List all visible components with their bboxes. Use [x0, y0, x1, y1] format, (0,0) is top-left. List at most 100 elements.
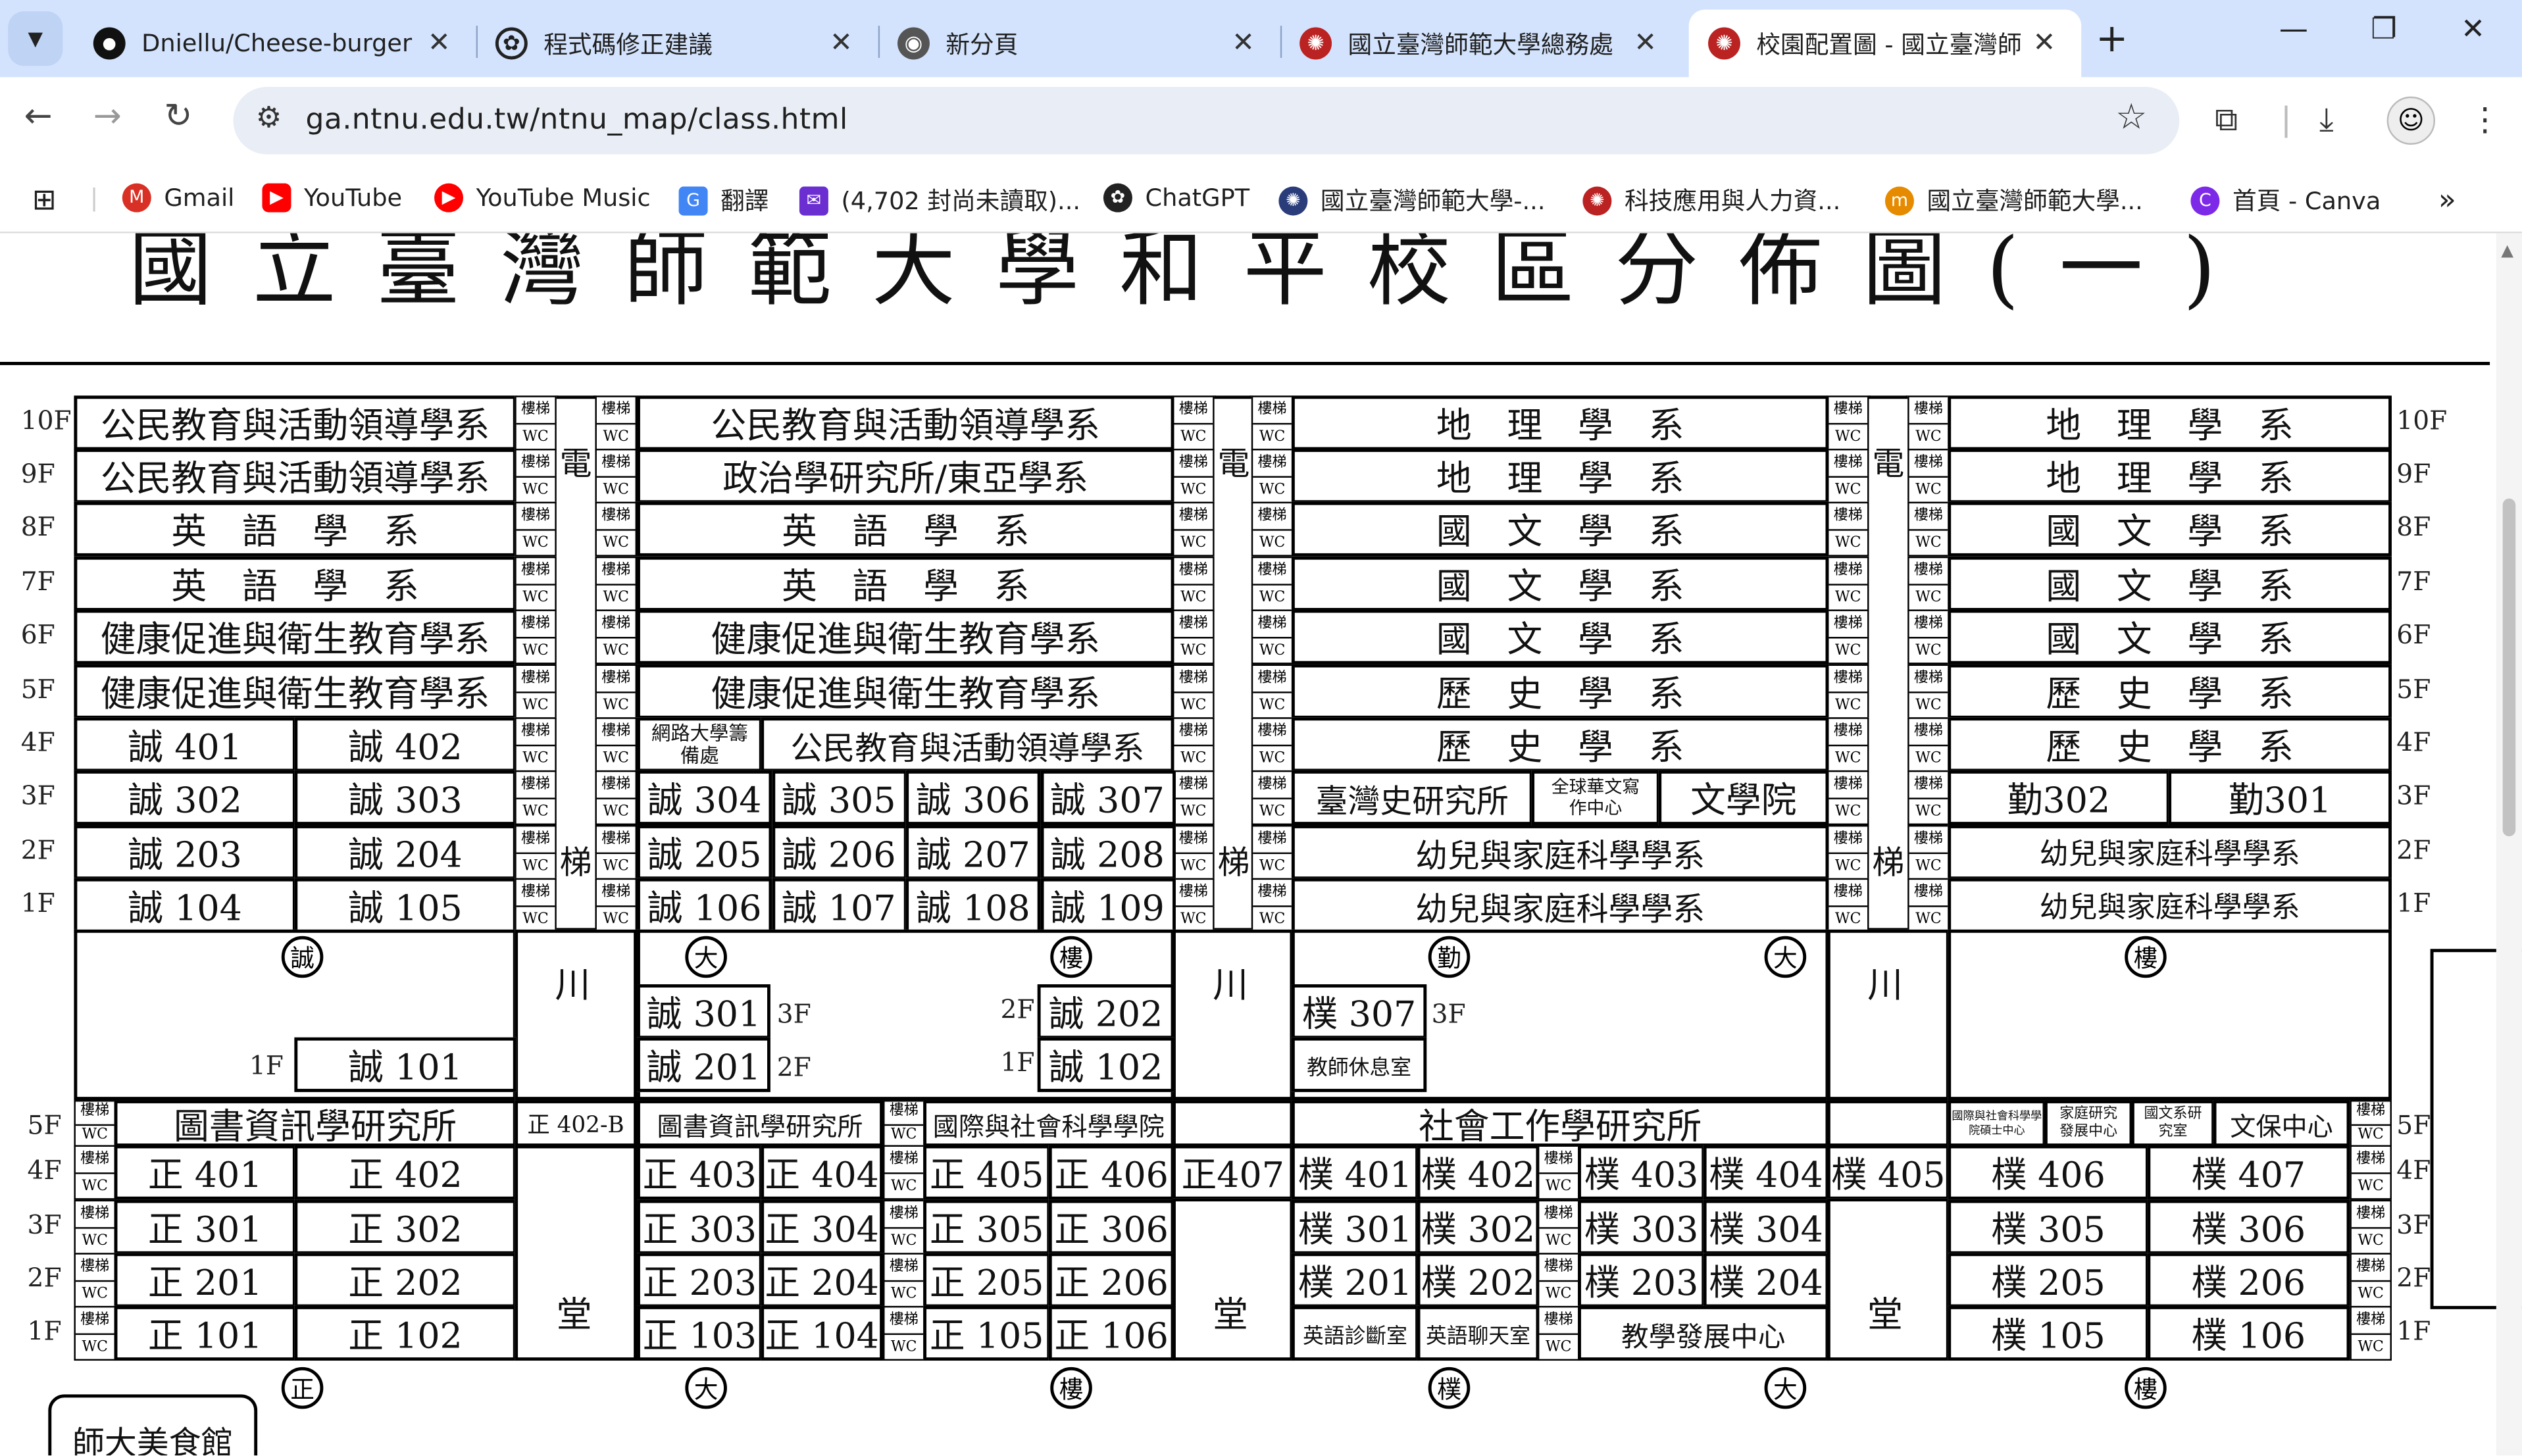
floor-label: 7F	[2396, 566, 2431, 597]
bookmarks-bar: ⊞ | M Gmail ▶ YouTube ▶ YouTube Music G 翻譯 ✉…	[0, 167, 2522, 234]
scrollbar-thumb[interactable]	[2502, 498, 2516, 837]
room-cell: 正 206	[1048, 1253, 1174, 1308]
stair-label: 樓梯	[1833, 563, 1863, 580]
stair-wc-marker: 樓梯 WC	[1827, 449, 1869, 504]
bookmark-ntnu-2[interactable]: ✺ 科技應用與人力資...	[1582, 184, 1840, 217]
youtube-music-icon: ▶	[434, 183, 464, 213]
elevator-label: 電	[1217, 443, 1250, 483]
close-tab-icon[interactable]: ✕	[2023, 28, 2065, 60]
building-mark: 大	[685, 1367, 727, 1409]
stair-label: 樓梯	[1257, 616, 1287, 632]
stair-wc-marker: 樓梯 WC	[515, 556, 557, 611]
more-menu-icon[interactable]: ⋮	[2469, 100, 2501, 139]
wc-label: WC	[516, 422, 555, 451]
tab-new-tab[interactable]: ◉ 新分頁 ✕	[878, 10, 1282, 78]
stair-label: 樓梯	[1178, 563, 1208, 580]
forward-icon[interactable]: →	[93, 97, 122, 136]
back-icon[interactable]: ←	[24, 97, 53, 136]
close-tab-icon[interactable]: ✕	[1223, 28, 1265, 60]
room-cell: 正 102	[294, 1305, 517, 1361]
room-cell: 樸 405	[1827, 1145, 1950, 1200]
wc-label: WC	[1174, 637, 1213, 665]
extensions-icon[interactable]: ⧉	[2215, 100, 2238, 139]
floor-label: 10F	[20, 405, 72, 436]
close-tab-icon[interactable]: ✕	[820, 28, 863, 60]
address-bar[interactable]: ⚙ ga.ntnu.edu.tw/ntnu_map/class.html ☆	[233, 87, 2180, 155]
elevator-label: 梯	[1217, 842, 1250, 882]
wc-label: WC	[2351, 1227, 2390, 1255]
youtube-icon: ▶	[262, 183, 291, 213]
stair-label: 樓梯	[1833, 884, 1863, 901]
floor-label: 9F	[20, 458, 55, 490]
site-info-icon[interactable]: ⚙	[256, 101, 282, 135]
stair-wc-marker: 樓梯 WC	[1907, 501, 1950, 557]
floor-label: 2F	[2396, 834, 2431, 866]
stair-wc-marker: 樓梯 WC	[883, 1100, 925, 1147]
openai-icon: ✿	[1103, 183, 1132, 213]
bookmark-mail[interactable]: ✉ (4,702 封尚未讀取)...	[799, 184, 1080, 217]
bookmark-youtube-music[interactable]: ▶ YouTube Music	[434, 183, 651, 213]
room-cell: 誠 205	[637, 825, 772, 880]
dept-cell: 圖書資訊學研究所	[114, 1100, 517, 1147]
bookmark-canva[interactable]: C 首頁 - Canva	[2190, 184, 2381, 217]
tab-github[interactable]: ● Dniellu/Cheese-burger ✕	[74, 10, 478, 78]
download-icon[interactable]: ⤓	[2319, 100, 2334, 139]
stair-wc-marker: 樓梯 WC	[1537, 1305, 1580, 1361]
page-scrollbar[interactable]: ▲	[2496, 233, 2522, 1456]
tab-search-chevron-icon[interactable]: ▼	[8, 11, 63, 66]
stair-label: 樓梯	[1178, 402, 1208, 418]
building-mark: 樸	[1428, 1367, 1471, 1409]
bookmark-gmail[interactable]: M Gmail	[122, 183, 234, 213]
scroll-up-icon[interactable]: ▲	[2501, 243, 2513, 261]
room-cell: 樸 202	[1417, 1253, 1540, 1308]
stair-label: 樓梯	[1833, 616, 1863, 632]
bookmark-ntnu-3[interactable]: m 國立臺灣師範大學...	[1884, 184, 2143, 217]
profile-avatar[interactable]: ☺	[2386, 96, 2435, 145]
room-cell: 樸 206	[2147, 1253, 2350, 1308]
dept-cell: 地 理 學 系	[1291, 449, 1829, 504]
apps-grid-icon[interactable]: ⊞	[32, 184, 57, 217]
room-cell: 樸 407	[2147, 1145, 2350, 1200]
wc-label: WC	[1828, 422, 1868, 451]
tab-campus-map[interactable]: ✺ 校園配置圖 - 國立臺灣師 ✕	[1688, 9, 2082, 78]
room-cell: 正 403	[637, 1145, 763, 1200]
stair-wc-marker: 樓梯 WC	[595, 770, 638, 826]
tab-chatgpt[interactable]: ✿ 程式碼修正建議 ✕	[476, 10, 880, 78]
restore-icon[interactable]: ❐	[2371, 13, 2396, 47]
stair-wc-marker: 樓梯 WC	[1537, 1253, 1580, 1308]
new-tab-icon[interactable]: +	[2096, 16, 2128, 61]
bookmark-chatgpt[interactable]: ✿ ChatGPT	[1103, 183, 1249, 213]
bookmark-youtube[interactable]: ▶ YouTube	[262, 183, 402, 213]
minimize-icon[interactable]: —	[2279, 13, 2308, 47]
wc-label: WC	[596, 744, 636, 772]
close-tab-icon[interactable]: ✕	[418, 28, 461, 60]
bookmark-star-icon[interactable]: ☆	[2115, 98, 2147, 138]
stair-wc-marker: 樓梯 WC	[595, 717, 638, 772]
close-window-icon[interactable]: ✕	[2461, 13, 2485, 47]
more-bookmarks-icon[interactable]: »	[2438, 184, 2456, 217]
close-tab-icon[interactable]: ✕	[1625, 28, 1667, 60]
chrome-icon: ◉	[897, 27, 930, 60]
wc-label: WC	[884, 1280, 924, 1308]
openai-icon: ✿	[495, 27, 528, 60]
bookmark-translate[interactable]: G 翻譯	[678, 184, 769, 217]
tab-title: 校園配置圖 - 國立臺灣師	[1756, 30, 2022, 59]
dept-cell: 歷 史 學 系	[1291, 717, 1829, 772]
room-cell: 正 303	[637, 1199, 763, 1255]
wc-label: WC	[1253, 584, 1292, 611]
stair-label: 樓梯	[601, 616, 631, 632]
wc-label: WC	[1828, 476, 1868, 504]
reload-icon[interactable]: ↻	[164, 97, 192, 136]
room-cell	[1827, 1100, 1950, 1147]
room-cell: 正 105	[923, 1305, 1051, 1361]
room-cell: 誠 306	[905, 770, 1041, 826]
wc-label: WC	[516, 529, 555, 557]
url-text[interactable]: ga.ntnu.edu.tw/ntnu_map/class.html	[305, 103, 847, 136]
bookmark-ntnu-1[interactable]: ✺ 國立臺灣師範大學-...	[1278, 184, 1545, 217]
stair-wc-marker: 樓梯 WC	[1827, 878, 1869, 933]
stair-wc-marker: 樓梯 WC	[1907, 395, 1950, 451]
tab-ntnu-general-affairs[interactable]: ✺ 國立臺灣師範大學總務處 ✕	[1280, 10, 1682, 78]
stair-wc-marker: 樓梯 WC	[1251, 556, 1294, 611]
stair-wc-marker: 樓梯 WC	[1907, 609, 1950, 665]
stair-wc-marker: 樓梯 WC	[1827, 825, 1869, 880]
